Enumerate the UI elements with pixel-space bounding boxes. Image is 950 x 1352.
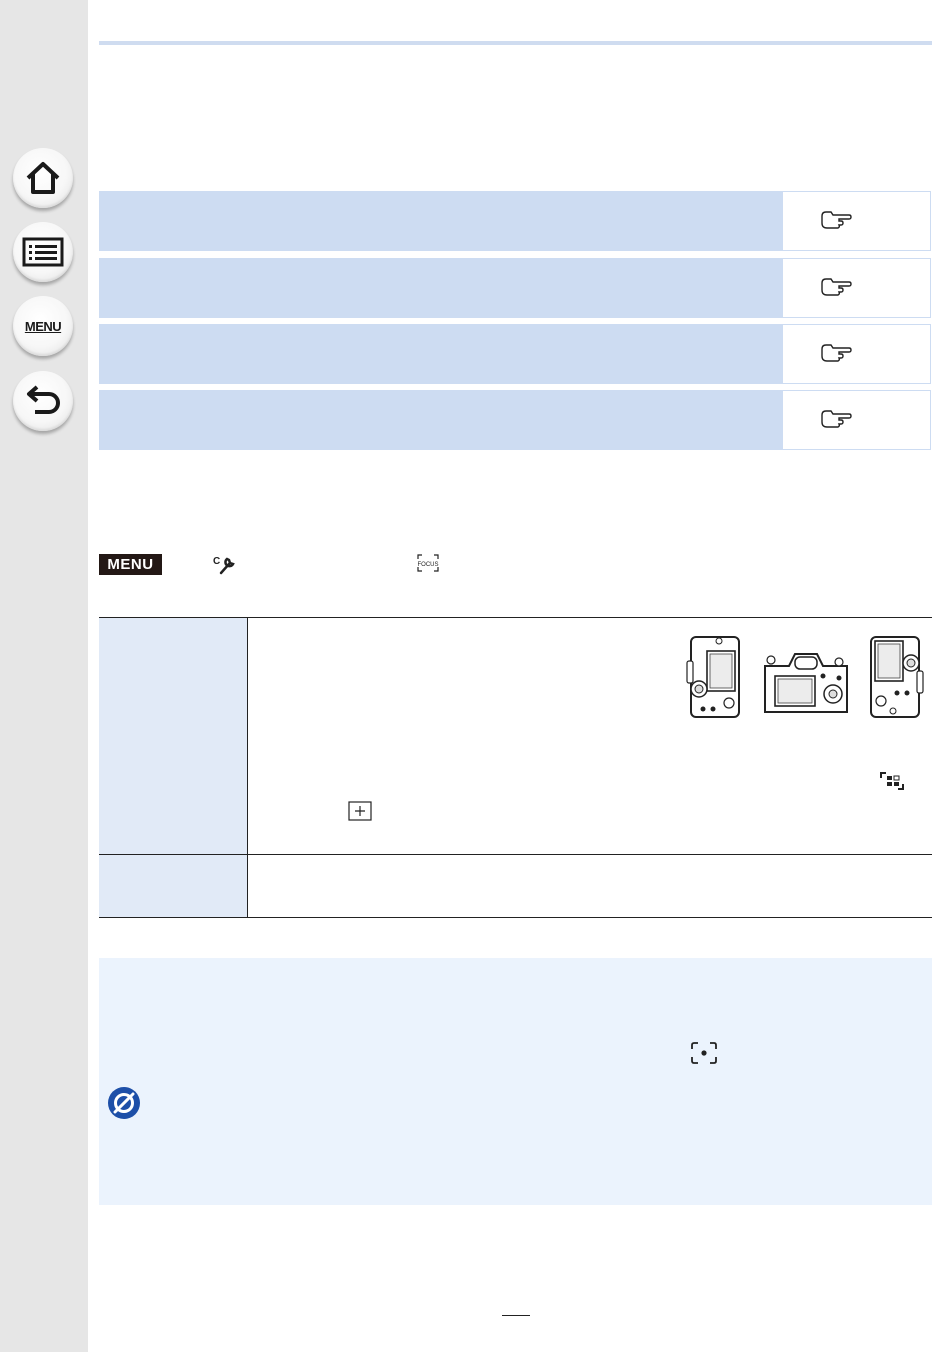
camera-horizontal-icon	[764, 653, 848, 713]
table-label-cell	[99, 618, 247, 854]
page-reference-cell[interactable]	[783, 191, 931, 251]
pointing-hand-icon	[821, 344, 852, 362]
feature-row	[99, 191, 932, 251]
sidebar-nav: MENU	[0, 0, 88, 1352]
table-row-divider	[99, 854, 932, 855]
page-reference-cell[interactable]	[783, 324, 931, 384]
menu-button[interactable]: MENU	[13, 296, 73, 356]
contents-button[interactable]	[13, 222, 73, 282]
pointing-hand-icon	[821, 278, 852, 296]
page-reference-cell[interactable]	[783, 390, 931, 450]
custom-wrench-icon: C	[213, 556, 235, 575]
not-available-icon	[108, 1087, 140, 1119]
feature-row	[99, 390, 932, 450]
feature-label-cell	[99, 390, 783, 450]
header-rule	[99, 41, 932, 45]
svg-text:FOCUS: FOCUS	[418, 562, 439, 568]
camera-vertical-right-icon	[870, 636, 924, 718]
spot-af-icon	[691, 1042, 717, 1064]
table-label-cell	[99, 855, 247, 917]
pinpoint-af-icon	[348, 801, 372, 821]
page-number-rule	[502, 1315, 530, 1316]
return-icon	[27, 385, 60, 414]
table-column-divider	[247, 618, 248, 917]
home-button[interactable]	[13, 148, 73, 208]
settings-table	[99, 617, 932, 918]
page-reference-cell[interactable]	[783, 258, 931, 318]
note-box	[99, 958, 932, 1205]
feature-label-cell	[99, 258, 783, 318]
feature-label-cell	[99, 191, 783, 251]
feature-row	[99, 258, 932, 318]
back-button[interactable]	[13, 371, 73, 431]
camera-vertical-left-icon	[686, 636, 740, 718]
focus-icon: FOCUS	[417, 554, 439, 572]
feature-label-cell	[99, 324, 783, 384]
feature-row	[99, 324, 932, 384]
menu-badge: MENU	[99, 554, 162, 575]
multi-area-af-icon	[880, 772, 904, 790]
list-icon	[22, 237, 64, 267]
pointing-hand-icon	[821, 410, 852, 428]
pointing-hand-icon	[821, 211, 852, 229]
home-icon	[26, 162, 60, 194]
svg-text:C: C	[213, 556, 220, 567]
menu-icon: MENU	[24, 318, 62, 334]
